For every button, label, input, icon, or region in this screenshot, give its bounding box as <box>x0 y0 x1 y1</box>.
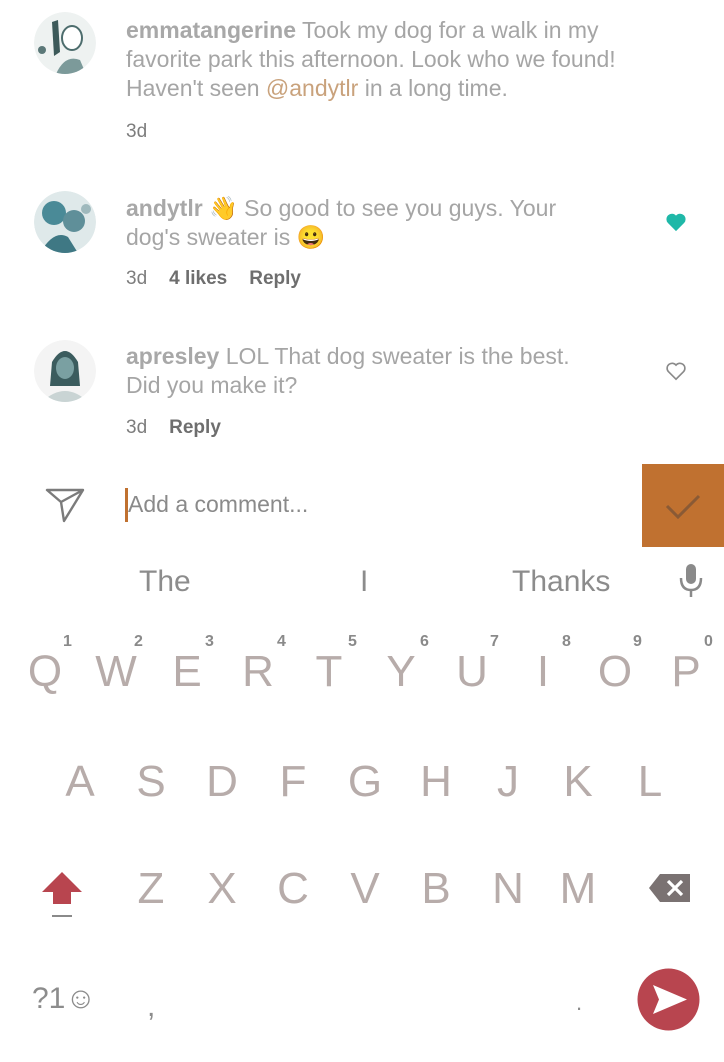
key-m[interactable]: M <box>548 864 608 914</box>
likes-count[interactable]: 4 likes <box>169 268 227 290</box>
comment-emmatangerine-text: emmatangerine Took my dog for a walk in … <box>126 16 666 103</box>
comment-meta: 3d 4 likes Reply <box>126 268 323 290</box>
microphone-icon[interactable] <box>677 562 705 605</box>
shift-key[interactable] <box>40 870 84 925</box>
key-a[interactable]: A <box>50 757 110 807</box>
comment-apresley-text: apresley LOL That dog sweater is the bes… <box>126 342 606 400</box>
key-t[interactable]: T <box>299 647 359 697</box>
avatar-andytlr[interactable] <box>34 191 96 253</box>
comment-username[interactable]: emmatangerine <box>126 17 296 43</box>
key-v[interactable]: V <box>335 864 395 914</box>
suggestion-3[interactable]: Thanks <box>512 565 610 599</box>
key-h[interactable]: H <box>406 757 466 807</box>
backspace-key[interactable] <box>648 872 692 909</box>
key-x[interactable]: X <box>192 864 252 914</box>
direct-share-icon[interactable] <box>44 486 86 529</box>
key-d[interactable]: D <box>192 757 252 807</box>
shift-arrow-icon <box>42 872 82 917</box>
key-f[interactable]: F <box>263 757 323 807</box>
comment-andytlr-text: andytlr 👋 So good to see you guys. Your … <box>126 194 596 252</box>
comment-username[interactable]: apresley <box>126 343 219 369</box>
comment-time: 3d <box>126 417 148 438</box>
key-y[interactable]: Y <box>371 647 431 697</box>
key-j[interactable]: J <box>478 757 538 807</box>
key-c[interactable]: C <box>263 864 323 914</box>
key-k[interactable]: K <box>548 757 608 807</box>
mention-link[interactable]: @andytlr <box>266 75 358 101</box>
suggestion-2[interactable]: I <box>360 565 368 599</box>
key-g[interactable]: G <box>335 757 395 807</box>
grin-emoji-icon: 😀 <box>296 224 326 250</box>
comment-body-end: in a long time. <box>358 75 508 101</box>
comma-key[interactable]: , <box>147 990 155 1024</box>
comment-meta: 3d <box>126 121 169 143</box>
post-button[interactable] <box>642 464 724 547</box>
send-key[interactable] <box>637 968 700 1036</box>
key-u[interactable]: U <box>442 647 502 697</box>
comment-username[interactable]: andytlr <box>126 195 203 221</box>
checkmark-icon <box>665 494 701 519</box>
key-e[interactable]: E <box>157 647 217 697</box>
key-q[interactable]: Q <box>15 647 75 697</box>
comment-time: 3d <box>126 268 148 289</box>
key-b[interactable]: B <box>406 864 466 914</box>
key-p[interactable]: P <box>656 647 716 697</box>
comment-meta: 3d Reply <box>126 417 243 439</box>
key-r[interactable]: R <box>228 647 288 697</box>
key-w[interactable]: W <box>86 647 146 697</box>
comment-input[interactable]: Add a comment... <box>128 491 308 518</box>
reply-button[interactable]: Reply <box>249 268 301 290</box>
symbols-key[interactable]: ?1☺ <box>32 982 96 1016</box>
send-arrow-icon <box>637 968 700 1031</box>
backspace-icon <box>649 874 690 902</box>
heart-filled-icon[interactable] <box>665 212 687 237</box>
avatar-emmatangerine[interactable] <box>34 12 96 74</box>
key-s[interactable]: S <box>121 757 181 807</box>
reply-button[interactable]: Reply <box>169 417 221 439</box>
key-n[interactable]: N <box>478 864 538 914</box>
avatar-apresley[interactable] <box>34 340 96 402</box>
space-bar[interactable] <box>200 970 530 1030</box>
key-z[interactable]: Z <box>121 864 181 914</box>
suggestion-1[interactable]: The <box>139 565 191 599</box>
key-o[interactable]: O <box>585 647 645 697</box>
wave-emoji-icon: 👋 <box>209 195 238 221</box>
heart-outline-icon[interactable] <box>665 361 687 386</box>
period-key[interactable]: . <box>576 990 582 1016</box>
key-i[interactable]: I <box>513 647 573 697</box>
key-l[interactable]: L <box>620 757 680 807</box>
comment-time: 3d <box>126 121 148 142</box>
